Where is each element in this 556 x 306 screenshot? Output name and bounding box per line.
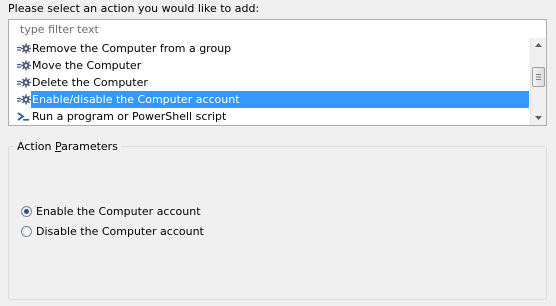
list-item-label: Move the Computer	[32, 59, 142, 72]
disable-account-radio[interactable]	[21, 226, 32, 237]
radio-label: Disable the Computer account	[36, 225, 204, 238]
grip-icon	[536, 74, 541, 80]
list-item-label: Run a program or PowerShell script	[32, 110, 227, 123]
list-item-run-script[interactable]: Run a program or PowerShell script	[9, 108, 529, 125]
scroll-up-arrow-icon[interactable]	[531, 38, 546, 52]
list-item-label: Remove the Computer from a group	[32, 42, 232, 55]
gear-arrow-icon	[17, 77, 31, 88]
gear-arrow-icon	[17, 43, 31, 54]
list-item-label: Delete the Computer	[32, 76, 148, 89]
scroll-thumb[interactable]	[532, 67, 545, 87]
list-item-label: Enable/disable the Computer account	[31, 91, 529, 108]
list-scrollbar[interactable]	[530, 38, 546, 125]
list-item-delete[interactable]: Delete the Computer	[9, 74, 529, 91]
action-list[interactable]: Remove the Computer from a group Move th…	[8, 38, 547, 126]
action-prompt-label: Please select an action you would like t…	[8, 2, 260, 15]
powershell-icon	[17, 112, 29, 121]
radio-label: Enable the Computer account	[36, 205, 201, 218]
list-item-enable-disable[interactable]: Enable/disable the Computer account	[9, 91, 529, 108]
action-parameters-group: Action Parameters Enable the Computer ac…	[8, 140, 547, 300]
gear-arrow-icon	[17, 60, 31, 71]
filter-field[interactable]	[8, 19, 547, 39]
group-title: Action Parameters	[14, 140, 121, 154]
gear-arrow-icon	[17, 94, 31, 105]
list-item-move[interactable]: Move the Computer	[9, 57, 529, 74]
enable-account-radio[interactable]	[21, 206, 32, 217]
filter-input[interactable]	[9, 20, 540, 38]
list-item-remove-from-group[interactable]: Remove the Computer from a group	[9, 40, 529, 57]
scroll-down-arrow-icon[interactable]	[531, 111, 546, 125]
